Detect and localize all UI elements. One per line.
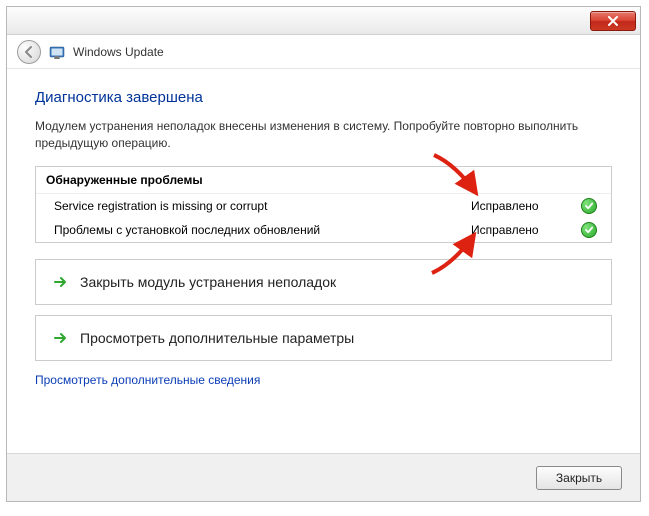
problem-status: Исправлено <box>471 199 581 213</box>
window-title: Windows Update <box>73 45 164 59</box>
problem-row: Проблемы с установкой последних обновлен… <box>36 218 611 242</box>
action-label: Закрыть модуль устранения неполадок <box>80 274 336 290</box>
back-button[interactable] <box>17 40 41 64</box>
check-icon <box>581 222 597 238</box>
problem-name: Проблемы с установкой последних обновлен… <box>54 223 471 237</box>
footer: Закрыть <box>7 453 640 501</box>
windows-update-icon <box>49 44 65 60</box>
view-details-link[interactable]: Просмотреть дополнительные сведения <box>35 373 260 387</box>
problems-box: Обнаруженные проблемы Service registrati… <box>35 166 612 243</box>
action-label: Просмотреть дополнительные параметры <box>80 330 354 346</box>
content-area: Диагностика завершена Модулем устранения… <box>7 69 640 401</box>
page-heading: Диагностика завершена <box>35 89 612 106</box>
check-icon <box>581 198 597 214</box>
problem-status: Исправлено <box>471 223 581 237</box>
problem-name: Service registration is missing or corru… <box>54 199 471 213</box>
arrow-left-icon <box>23 46 35 58</box>
arrow-right-icon <box>50 272 70 292</box>
troubleshooter-window: Windows Update Диагностика завершена Мод… <box>6 6 641 502</box>
topbar: Windows Update <box>7 35 640 69</box>
close-troubleshooter-button[interactable]: Закрыть модуль устранения неполадок <box>35 259 612 305</box>
close-button[interactable]: Закрыть <box>536 466 622 490</box>
problems-header: Обнаруженные проблемы <box>36 167 611 194</box>
actions: Закрыть модуль устранения неполадок Прос… <box>35 259 612 361</box>
window-close-button[interactable] <box>590 11 636 31</box>
problem-row: Service registration is missing or corru… <box>36 194 611 218</box>
titlebar <box>7 7 640 35</box>
page-description: Модулем устранения неполадок внесены изм… <box>35 118 612 152</box>
arrow-right-icon <box>50 328 70 348</box>
close-icon <box>608 16 618 26</box>
view-advanced-button[interactable]: Просмотреть дополнительные параметры <box>35 315 612 361</box>
